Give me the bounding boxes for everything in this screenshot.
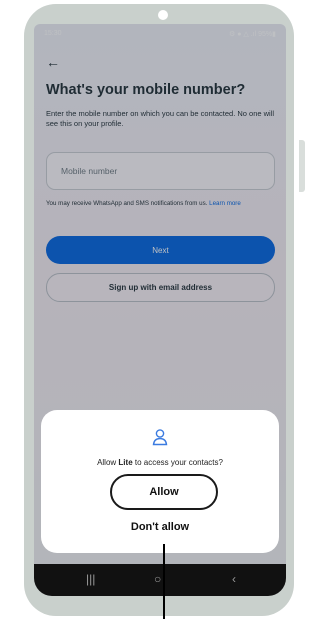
home-icon[interactable]: ○ bbox=[154, 572, 161, 586]
phone-screen: 15:30 ⚙ ● △ .ıl 95%▮ ← What's your mobil… bbox=[34, 24, 286, 596]
permission-app-name: Lite bbox=[118, 458, 133, 467]
permission-message-suffix: to access your contacts? bbox=[134, 458, 223, 467]
permission-message-prefix: Allow bbox=[97, 458, 117, 467]
allow-button[interactable]: Allow bbox=[110, 474, 218, 510]
system-nav-bar: ||| ○ ‹ bbox=[34, 564, 286, 596]
permission-message: Allow Lite to access your contacts? bbox=[41, 458, 279, 467]
recents-icon[interactable]: ||| bbox=[86, 572, 95, 586]
phone-side-button bbox=[299, 140, 305, 192]
contacts-permission-dialog: Allow Lite to access your contacts? Allo… bbox=[41, 410, 279, 553]
dont-allow-button[interactable]: Don't allow bbox=[41, 521, 279, 533]
front-camera bbox=[158, 10, 168, 20]
callout-pointer-line bbox=[163, 544, 165, 619]
person-icon bbox=[152, 429, 168, 446]
back-nav-icon[interactable]: ‹ bbox=[232, 572, 236, 586]
